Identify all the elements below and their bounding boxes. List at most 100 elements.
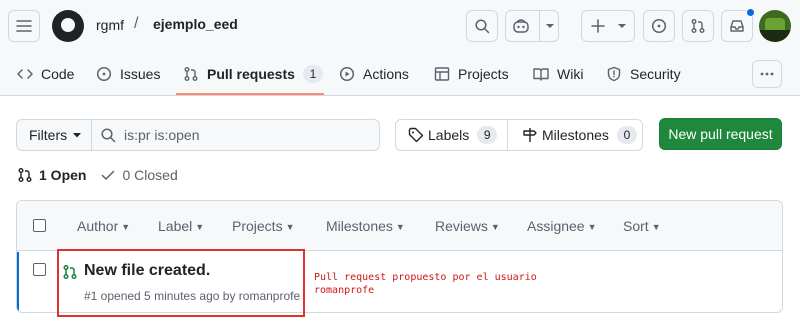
annotation-text: Pull request propuesto por el usuario ro… (314, 271, 574, 297)
new-pull-request-button[interactable]: New pull request (659, 118, 782, 150)
tab-label: Security (630, 66, 681, 82)
caret-down-icon: ▼ (490, 222, 500, 232)
search-button[interactable] (466, 10, 498, 42)
sort-dropdown[interactable]: Sort ▼ (623, 218, 661, 234)
caret-down-icon: ▼ (285, 222, 295, 232)
tab-projects[interactable]: Projects (434, 52, 509, 96)
caret-down-icon: ▼ (395, 222, 405, 232)
notification-indicator (746, 8, 755, 17)
assignee-filter-label: Assignee (527, 218, 585, 234)
tab-code[interactable]: Code (17, 52, 74, 96)
list-header: Author ▼ Label ▼ Projects ▼ Milestones ▼ Rev… (17, 201, 782, 251)
tab-pull-requests[interactable]: Pull requests 1 (183, 52, 323, 96)
labels-button[interactable]: Labels 9 (395, 119, 508, 151)
table-icon (434, 67, 450, 81)
issues-button[interactable] (643, 10, 675, 42)
search-icon (475, 19, 490, 34)
book-icon (533, 68, 549, 81)
search-query-text: is:pr is:open (124, 127, 200, 143)
tab-label: Code (41, 66, 75, 82)
milestones-filter-label: Milestones (326, 218, 393, 234)
chevron-down-icon[interactable] (544, 17, 556, 35)
tab-label: Actions (363, 66, 409, 82)
open-filter-link[interactable]: 1 Open (17, 167, 86, 183)
state-toggle: 1 Open 0 Closed (17, 165, 178, 185)
annotation-highlight-box (57, 249, 305, 317)
git-pull-request-icon (18, 168, 32, 182)
select-all-checkbox[interactable] (33, 219, 46, 232)
sort-label: Sort (623, 218, 649, 234)
button-divider (539, 11, 540, 41)
caret-down-icon: ▼ (195, 222, 205, 232)
filters-label: Filters (29, 127, 68, 143)
repo-header: rgmf / ejemplo_eed Code Issues Pull requ… (0, 0, 800, 96)
label-filter-label: Label (158, 218, 193, 234)
repo-link[interactable]: ejemplo_eed (153, 16, 238, 32)
assignee-filter[interactable]: Assignee ▼ (527, 218, 597, 234)
pull-requests-button[interactable] (682, 10, 714, 42)
git-pull-request-icon (691, 19, 705, 33)
caret-down-icon (73, 133, 82, 138)
projects-filter-label: Projects (232, 218, 283, 234)
search-filter-input[interactable]: is:pr is:open (91, 119, 380, 151)
caret-down-icon: ▼ (587, 222, 597, 232)
labels-count: 9 (477, 126, 498, 144)
filters-dropdown[interactable]: Filters (16, 119, 92, 151)
chevron-down-icon (618, 24, 626, 28)
active-tab-underline (176, 93, 324, 95)
copilot-icon (513, 19, 529, 33)
tab-label: Projects (458, 66, 509, 82)
author-filter-label: Author (77, 218, 119, 234)
tab-label: Wiki (557, 66, 584, 82)
more-tabs-button[interactable] (752, 60, 782, 88)
closed-count-label: 0 Closed (122, 167, 178, 183)
tag-icon (408, 127, 424, 143)
author-filter[interactable]: Author ▼ (77, 218, 130, 234)
annotation-line-1: Pull request propuesto por el usuario (314, 272, 537, 283)
search-icon (101, 128, 116, 143)
milestones-button[interactable]: Milestones 0 (507, 119, 643, 151)
path-separator: / (134, 15, 139, 32)
shield-icon (607, 66, 621, 82)
issue-open-icon (96, 66, 112, 82)
closed-filter-link[interactable]: 0 Closed (100, 167, 178, 183)
open-count-label: 1 Open (39, 167, 87, 183)
repo-tabs: Code Issues Pull requests 1 Actions Proj… (0, 52, 800, 96)
inbox-icon (730, 20, 744, 32)
milestones-count: 0 (616, 126, 637, 144)
tab-actions[interactable]: Actions (339, 52, 409, 96)
annotation-line-2: romanprofe (314, 285, 375, 296)
git-pull-request-icon (184, 67, 198, 81)
create-new-button[interactable] (581, 10, 635, 42)
row-checkbox[interactable] (33, 263, 46, 276)
tab-security[interactable]: Security (606, 52, 681, 96)
reviews-filter[interactable]: Reviews ▼ (435, 218, 500, 234)
hamburger-icon (16, 20, 32, 32)
menu-button[interactable] (8, 10, 40, 42)
milestone-icon (523, 128, 537, 142)
tab-label: Pull requests (207, 66, 295, 82)
projects-filter[interactable]: Projects ▼ (232, 218, 295, 234)
plus-icon (591, 19, 605, 33)
tab-wiki[interactable]: Wiki (533, 52, 583, 96)
pull-requests-count: 1 (302, 65, 323, 83)
kebab-horizontal-icon (760, 72, 774, 76)
inbox-button[interactable] (721, 8, 755, 42)
owner-link[interactable]: rgmf (96, 17, 124, 33)
code-icon (17, 69, 33, 79)
milestones-filter[interactable]: Milestones ▼ (326, 218, 405, 234)
user-avatar[interactable] (759, 10, 791, 42)
milestones-label: Milestones (542, 127, 609, 143)
check-icon (102, 170, 115, 180)
reviews-filter-label: Reviews (435, 218, 488, 234)
tab-label: Issues (120, 66, 161, 82)
row-focus-indicator (17, 252, 19, 312)
play-icon (339, 66, 355, 82)
top-bar: rgmf / ejemplo_eed (0, 0, 800, 52)
caret-down-icon: ▼ (651, 222, 661, 232)
copilot-button[interactable] (505, 10, 559, 42)
labels-label: Labels (428, 127, 470, 143)
github-logo-icon[interactable] (52, 10, 84, 42)
label-filter[interactable]: Label ▼ (158, 218, 204, 234)
tab-issues[interactable]: Issues (96, 52, 160, 96)
